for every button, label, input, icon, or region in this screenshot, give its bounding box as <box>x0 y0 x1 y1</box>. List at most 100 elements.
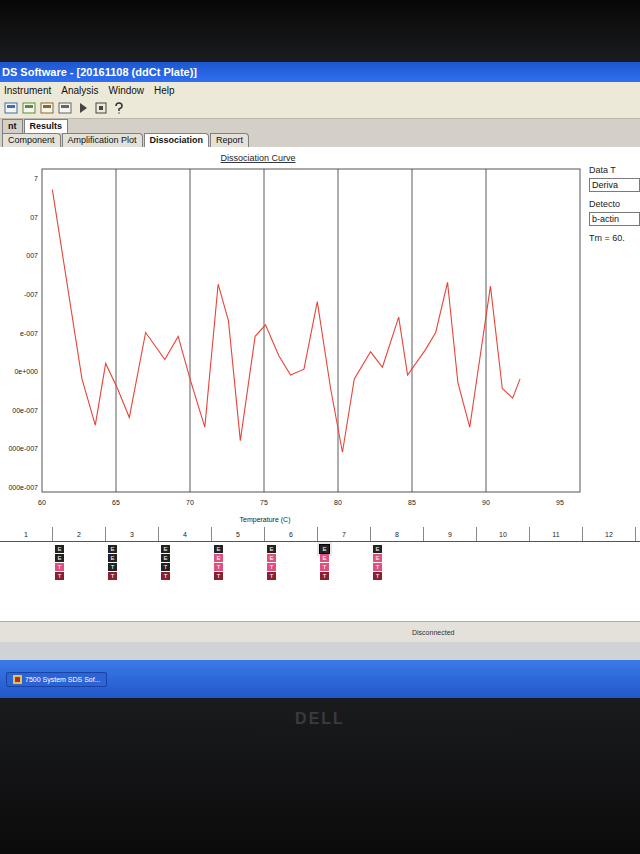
detector-marker[interactable]: E <box>373 554 382 562</box>
detector-marker[interactable]: T <box>267 563 276 571</box>
well[interactable] <box>424 545 477 580</box>
detector-marker[interactable]: T <box>214 572 223 580</box>
well[interactable] <box>583 545 636 580</box>
x-tick: 95 <box>556 499 564 506</box>
play-icon[interactable] <box>76 101 90 115</box>
detector-marker[interactable]: T <box>108 563 117 571</box>
data-type-select[interactable]: Deriva <box>589 178 640 192</box>
y-tick: e-007 <box>20 330 38 337</box>
brand-logo: DELL <box>295 710 345 730</box>
well[interactable] <box>0 545 53 580</box>
grid-line <box>264 169 265 492</box>
subtab[interactable]: Component <box>2 133 61 147</box>
detector-marker[interactable]: T <box>161 572 170 580</box>
column-header: 8 <box>371 527 424 541</box>
column-header: 9 <box>424 527 477 541</box>
tm-value: Tm = 60. <box>589 233 640 243</box>
x-tick: 75 <box>260 499 268 506</box>
subtab[interactable]: Report <box>210 133 249 147</box>
y-tick: 07 <box>30 214 38 221</box>
well[interactable]: EETT <box>53 545 106 580</box>
detector-marker[interactable]: T <box>161 563 170 571</box>
detector-marker[interactable]: T <box>55 572 64 580</box>
toolbar-button-icon[interactable] <box>58 101 72 115</box>
detector-marker[interactable]: E <box>161 545 170 553</box>
detector-marker[interactable]: E <box>373 545 382 553</box>
menu-item[interactable]: Instrument <box>4 85 51 96</box>
column-header: 5 <box>212 527 265 541</box>
x-tick: 90 <box>482 499 490 506</box>
detector-marker[interactable]: T <box>214 563 223 571</box>
well[interactable]: EETT <box>318 545 371 580</box>
detector-marker[interactable]: E <box>161 554 170 562</box>
well[interactable]: EETT <box>265 545 318 580</box>
subtab-row: ComponentAmplification PlotDissociationR… <box>0 133 640 147</box>
detector-marker[interactable]: E <box>320 545 329 553</box>
well[interactable]: EETT <box>106 545 159 580</box>
column-header: 4 <box>159 527 212 541</box>
tab[interactable]: nt <box>2 119 23 133</box>
column-header: 10 <box>477 527 530 541</box>
y-tick: 0e+000 <box>14 368 38 375</box>
detector-marker[interactable]: T <box>373 572 382 580</box>
help-icon[interactable] <box>112 101 126 115</box>
tab[interactable]: Results <box>24 119 69 133</box>
monitor-bezel <box>0 0 640 62</box>
toolbar-button-icon[interactable] <box>22 101 36 115</box>
detector-marker[interactable]: E <box>108 554 117 562</box>
detector-marker[interactable]: E <box>214 545 223 553</box>
well[interactable] <box>530 545 583 580</box>
plot-area <box>42 169 580 492</box>
plate-header: 123456789101112 <box>0 527 640 542</box>
stop-icon[interactable] <box>94 101 108 115</box>
x-tick: 65 <box>112 499 120 506</box>
y-tick: 000e-007 <box>8 445 38 452</box>
column-header: 1 <box>0 527 53 541</box>
detector-marker[interactable]: T <box>320 563 329 571</box>
plate-grid: 123456789101112EETTEETTEETTEETTEETTEETTE… <box>0 527 640 621</box>
column-header: 2 <box>53 527 106 541</box>
subtab[interactable]: Amplification Plot <box>62 133 143 147</box>
detector-select[interactable]: b-actin <box>589 212 640 226</box>
detector-marker[interactable]: E <box>55 545 64 553</box>
taskbar-item[interactable]: 7500 System SDS Sof... <box>6 672 107 687</box>
detector-marker[interactable]: E <box>267 554 276 562</box>
y-tick: 000e-007 <box>8 484 38 491</box>
well[interactable]: EETT <box>371 545 424 580</box>
taskbar: 7500 System SDS Sof... <box>0 660 640 698</box>
menu-item[interactable]: Analysis <box>61 85 98 96</box>
menu-item[interactable]: Window <box>109 85 145 96</box>
column-header: 12 <box>583 527 636 541</box>
detector-marker[interactable]: E <box>267 545 276 553</box>
chart-title: Dissociation Curve <box>220 153 295 163</box>
subtab[interactable]: Dissociation <box>144 133 210 147</box>
detector-marker[interactable]: T <box>373 563 382 571</box>
detector-marker[interactable]: E <box>214 554 223 562</box>
title-bar: DS Software - [20161108 (ddCt Plate)] <box>0 62 640 82</box>
detector-marker[interactable]: T <box>267 572 276 580</box>
status-bar: Disconnected <box>0 621 640 642</box>
y-tick: 00e-007 <box>12 407 38 414</box>
detector-marker[interactable]: T <box>108 572 117 580</box>
toolbar <box>0 98 640 119</box>
column-header: 6 <box>265 527 318 541</box>
well[interactable] <box>477 545 530 580</box>
well[interactable]: EETT <box>159 545 212 580</box>
grid-line <box>412 169 413 492</box>
detector-marker[interactable]: T <box>320 572 329 580</box>
screen: DS Software - [20161108 (ddCt Plate)] Ins… <box>0 62 640 660</box>
toolbar-button-icon[interactable] <box>40 101 54 115</box>
x-tick: 85 <box>408 499 416 506</box>
results-panel: Dissociation Curve707007-007e-0070e+0000… <box>0 147 640 527</box>
detector-marker[interactable]: E <box>320 554 329 562</box>
detector-marker[interactable]: E <box>55 554 64 562</box>
menu-item[interactable]: Help <box>154 85 175 96</box>
detector-marker[interactable]: E <box>108 545 117 553</box>
column-header: 3 <box>106 527 159 541</box>
y-tick: 7 <box>34 175 38 182</box>
detector-label: Detecto <box>589 199 640 209</box>
well[interactable]: EETT <box>212 545 265 580</box>
grid-line <box>338 169 339 492</box>
detector-marker[interactable]: T <box>55 563 64 571</box>
toolbar-button-icon[interactable] <box>4 101 18 115</box>
